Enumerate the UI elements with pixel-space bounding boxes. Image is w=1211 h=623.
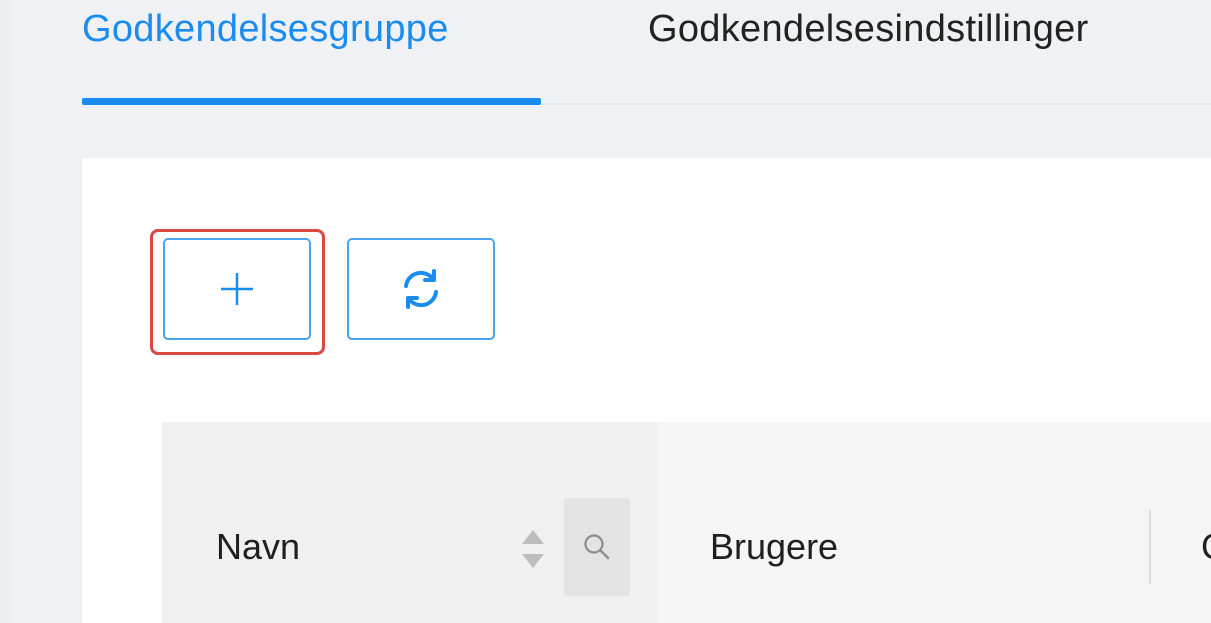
column-search-button[interactable] — [564, 498, 630, 596]
sort-icon[interactable] — [518, 526, 548, 572]
column-header-users: Brugere — [657, 422, 1211, 623]
table-header: Navn Brugere G — [162, 422, 1211, 623]
column-label-users: Brugere — [710, 526, 839, 567]
page: Godkendelsesgruppe Godkendelsesindstilli… — [0, 0, 1211, 623]
left-edge — [0, 0, 12, 623]
column-separator — [1149, 510, 1151, 584]
refresh-button[interactable] — [347, 238, 495, 340]
tab-bar: Godkendelsesgruppe Godkendelsesindstilli… — [82, 0, 1211, 106]
add-button[interactable] — [163, 238, 311, 340]
column-header-name: Navn — [162, 422, 657, 623]
active-tab-indicator — [82, 98, 541, 105]
plus-icon — [221, 273, 253, 305]
tab-approval-settings[interactable]: Godkendelsesindstillinger — [648, 8, 1089, 51]
refresh-icon — [404, 269, 438, 309]
tab-divider — [541, 103, 1211, 105]
search-icon — [584, 534, 610, 560]
column-label-next: G — [1201, 526, 1211, 568]
tab-approval-group[interactable]: Godkendelsesgruppe — [82, 8, 449, 51]
content-card: Navn Brugere G — [82, 158, 1211, 623]
column-label-name: Navn — [216, 526, 301, 567]
